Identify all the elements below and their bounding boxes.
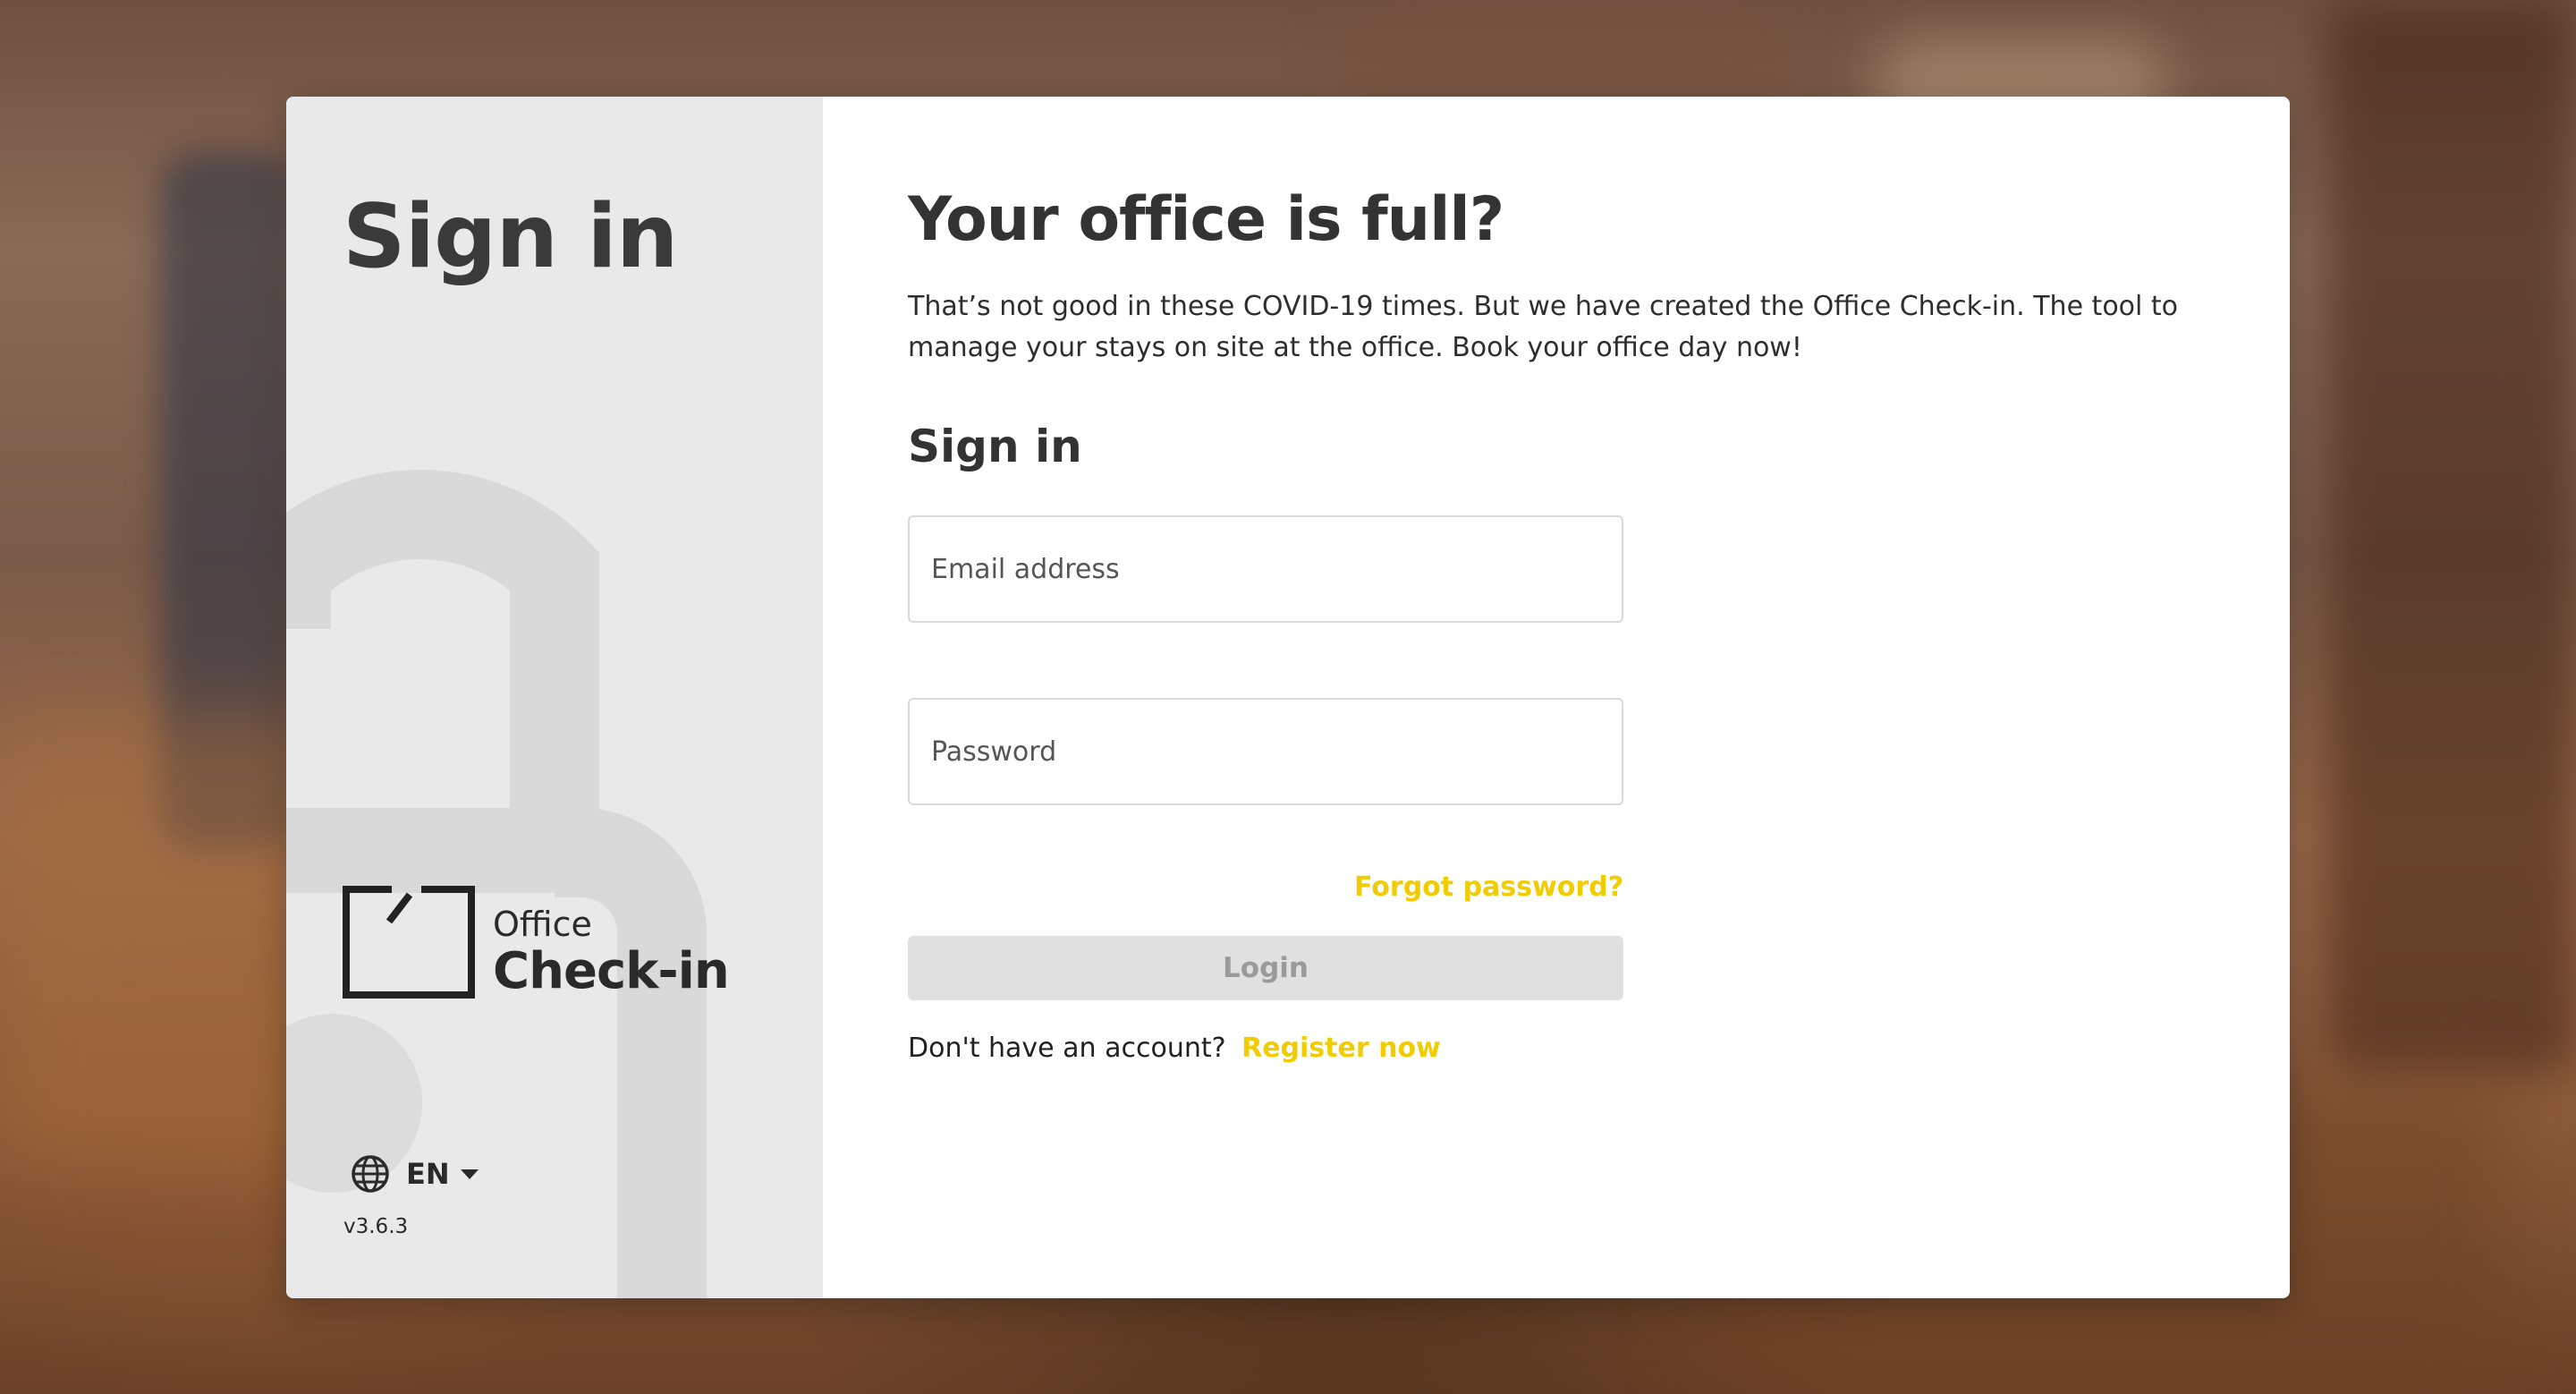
intro-text: That’s not good in these COVID-19 times.… bbox=[908, 291, 2179, 363]
password-field[interactable] bbox=[908, 698, 1623, 805]
form-title: Sign in bbox=[908, 421, 1082, 472]
email-field[interactable] bbox=[908, 515, 1623, 623]
signin-form-panel: Your office is full? That’s not good in … bbox=[823, 97, 2290, 1298]
register-prompt: Don't have an account? Register now bbox=[908, 1033, 1441, 1064]
brand-panel: Sign in Office Check-in EN v3.6.3 bbox=[286, 97, 823, 1298]
caret-down-icon bbox=[460, 1169, 479, 1179]
forgot-password-link[interactable]: Forgot password? bbox=[1354, 871, 1623, 903]
app-version: v3.6.3 bbox=[343, 1215, 409, 1238]
no-account-text: Don't have an account? bbox=[908, 1033, 1226, 1064]
side-title: Sign in bbox=[343, 186, 679, 288]
checkin-logo-icon bbox=[343, 886, 475, 999]
page-headline: Your office is full? bbox=[908, 184, 1504, 255]
register-link[interactable]: Register now bbox=[1241, 1033, 1441, 1064]
globe-icon bbox=[352, 1155, 389, 1193]
logo-text-office: Office bbox=[493, 905, 592, 944]
logo-text-checkin: Check-in bbox=[493, 942, 730, 1000]
language-selector[interactable]: EN bbox=[351, 1154, 479, 1194]
login-button[interactable]: Login bbox=[908, 936, 1623, 1000]
language-label: EN bbox=[406, 1157, 450, 1191]
signin-card: Sign in Office Check-in EN v3.6.3 Your o… bbox=[286, 97, 2290, 1298]
office-checkin-logo: Office Check-in bbox=[343, 886, 730, 1000]
